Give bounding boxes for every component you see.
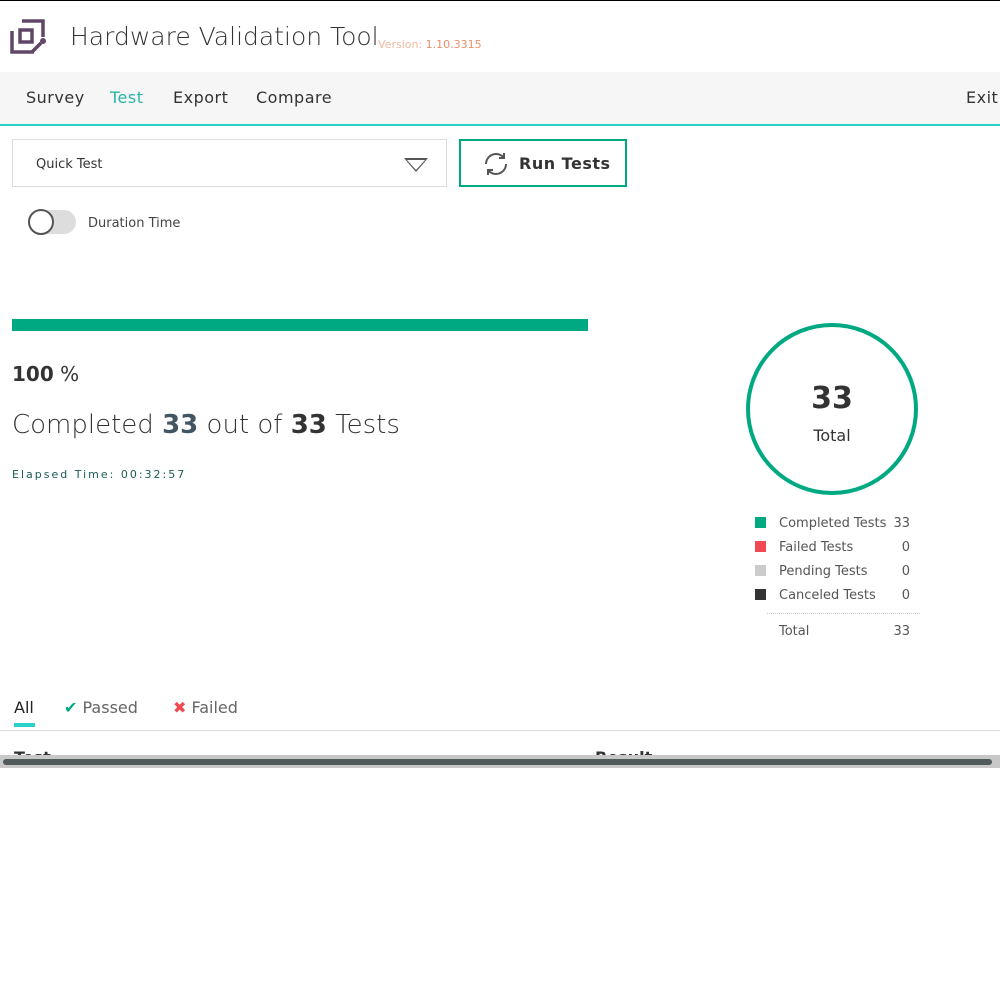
failed-swatch — [755, 541, 766, 552]
test-type-select[interactable]: Quick Test — [12, 139, 447, 187]
toggle-knob — [28, 209, 54, 235]
run-tests-button[interactable]: Run Tests — [459, 139, 627, 187]
refresh-icon — [485, 153, 507, 175]
horizontal-scrollbar[interactable] — [0, 755, 1000, 768]
nav-survey[interactable]: Survey — [26, 88, 85, 107]
tab-failed[interactable]: ✖ Failed — [173, 698, 238, 717]
tab-passed[interactable]: ✔ Passed — [64, 698, 138, 717]
total-label: Total — [813, 426, 851, 445]
completed-swatch — [755, 517, 766, 528]
check-icon: ✔ — [64, 698, 78, 717]
nav-compare[interactable]: Compare — [256, 88, 332, 107]
chevron-down-icon — [404, 158, 428, 172]
legend-pending: Pending Tests 0 — [755, 563, 920, 587]
result-filter-tabs: All ✔ Passed ✖ Failed — [0, 696, 1000, 731]
total-count: 33 — [811, 381, 853, 416]
legend-total: Total 33 — [767, 613, 920, 641]
total-ring: 33 Total — [746, 323, 918, 495]
hardware-tool-logo-icon — [10, 19, 46, 54]
pending-swatch — [755, 565, 766, 576]
scrollbar-thumb[interactable] — [3, 759, 992, 765]
tab-all[interactable]: All — [14, 698, 35, 727]
duration-toggle[interactable] — [28, 209, 76, 235]
nav-test[interactable]: Test — [110, 88, 144, 107]
canceled-swatch — [755, 589, 766, 600]
main-nav: Survey Test Export Compare Exit — [0, 72, 1000, 126]
test-type-value: Quick Test — [36, 157, 103, 172]
elapsed-time: Elapsed Time: 00:32:57 — [12, 468, 187, 481]
legend-canceled: Canceled Tests 0 — [755, 587, 920, 611]
status-legend: Completed Tests 33 Failed Tests 0 Pending … — [755, 515, 920, 641]
completed-summary: Completed 33 out of 33 Tests — [12, 410, 400, 440]
legend-completed: Completed Tests 33 — [755, 515, 920, 539]
duration-label: Duration Time — [88, 216, 181, 231]
progress-percent: 100 % — [12, 362, 80, 386]
progress-bar — [12, 319, 588, 331]
run-tests-label: Run Tests — [519, 154, 611, 173]
window-border — [0, 0, 1000, 1]
x-icon: ✖ — [173, 698, 187, 717]
exit-button[interactable]: Exit — [966, 88, 998, 107]
version-info: Version: 1.10.3315 — [378, 38, 482, 51]
nav-export[interactable]: Export — [173, 88, 228, 107]
app-title: Hardware Validation Tool — [70, 22, 379, 51]
legend-failed: Failed Tests 0 — [755, 539, 920, 563]
